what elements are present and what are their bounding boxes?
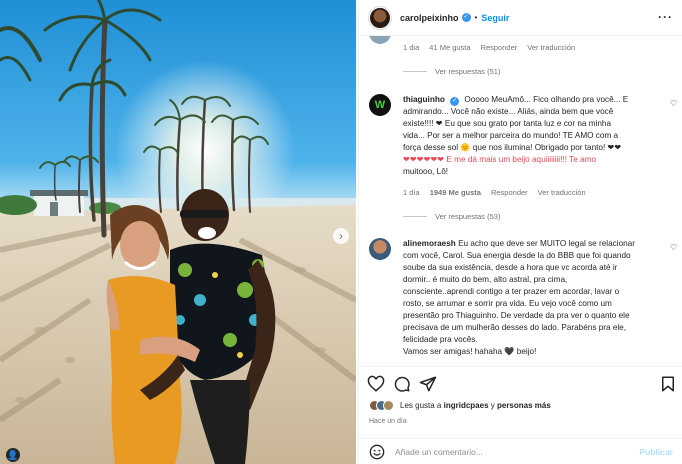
author-avatar[interactable] xyxy=(369,6,391,29)
comment-likes[interactable]: 1949 Me gusta xyxy=(430,188,481,197)
comment-line: presentão pro Thiaguinho. De verdade da … xyxy=(403,311,630,320)
verified-badge-icon: ✓ xyxy=(450,97,460,106)
post-photo[interactable]: › 👤 xyxy=(0,0,356,464)
like-heart-icon[interactable] xyxy=(367,375,385,393)
follow-button[interactable]: Seguir xyxy=(481,13,509,23)
comments-list[interactable]: 1 dia 41 Me gusta Responder Ver traducci… xyxy=(359,36,682,366)
aline-avatar[interactable] xyxy=(369,238,391,260)
comment-line: Vamos ser amigas! hahaha 🖤 beijo! xyxy=(403,347,537,356)
post-time[interactable]: Hace un día xyxy=(369,418,407,425)
comment-line: dormir.. é muito do bem, alto astral, pr… xyxy=(403,275,568,284)
comment-meta: 1 dia 41 Me gusta Responder Ver traducci… xyxy=(403,43,575,52)
post-side-panel: carolpeixinho ✓ • Seguir ··· 1 dia 41 Me… xyxy=(358,0,682,464)
view-replies-button[interactable]: Ver respuestas (51) xyxy=(403,67,500,76)
liker-avatar xyxy=(383,400,394,411)
comment-line: Ooooo MeuAmô... Fico olhando pra você...… xyxy=(464,95,629,104)
aline-comment-text: alinemoraesh Eu acho que deve ser MUITO … xyxy=(403,238,665,358)
beach-photo-illustration xyxy=(0,0,356,464)
comment-avatar[interactable] xyxy=(369,36,391,44)
more-options-icon[interactable]: ··· xyxy=(658,10,673,24)
comment-line: felicidade pra vocês. xyxy=(403,335,478,344)
like-comment-heart-icon[interactable]: ♡ xyxy=(670,243,677,252)
tagged-users-icon[interactable]: 👤 xyxy=(6,448,20,462)
comment-username[interactable]: alinemoraesh xyxy=(403,239,456,248)
reply-button[interactable]: Responder xyxy=(481,43,518,52)
comment-username[interactable]: thiaguinho xyxy=(403,95,445,104)
likes-connector: y xyxy=(490,401,495,410)
emoji-smile-icon[interactable] xyxy=(369,444,385,460)
publish-button[interactable]: Publicar xyxy=(639,447,673,457)
comment-line: existe!!!! ❤ Eu que sou grato por tanta … xyxy=(403,119,612,128)
add-comment-bar: Añade un comentario... Publicar xyxy=(359,438,682,464)
comment-line: força desse sol 🌞 que nos ilumina! Obrig… xyxy=(403,143,622,152)
comment-line: soube da sua existência, desde a hora qu… xyxy=(403,263,618,272)
replies-divider xyxy=(403,216,427,217)
liker-avatars xyxy=(369,400,394,411)
reply-button[interactable]: Responder xyxy=(491,188,528,197)
post-actions-bar xyxy=(359,366,682,398)
comment-line: muitooo, Lô! xyxy=(403,167,449,176)
save-bookmark-icon[interactable] xyxy=(659,375,677,393)
replies-divider xyxy=(403,71,427,72)
comment-meta: 1 día 1949 Me gusta Responder Ver traduc… xyxy=(403,188,586,197)
comment-time: 1 dia xyxy=(403,43,420,52)
comment-line: Eu acho que deve ser MUITO legal se rela… xyxy=(458,239,635,248)
view-replies-label: Ver respuestas (53) xyxy=(435,212,501,221)
verified-badge-icon: ✓ xyxy=(461,13,471,22)
comment-line: vida... Por ser a melhor parceira do mun… xyxy=(403,131,619,140)
comment-time: 1 día xyxy=(403,188,420,197)
comment-bubble-icon[interactable] xyxy=(393,375,411,393)
comment-line: consciente..aprendi contigo a ter prazer… xyxy=(403,287,620,296)
likes-prefix: Les gusta a xyxy=(400,401,442,410)
comment-line: com você, Carol. Sua energia desde la do… xyxy=(403,251,631,260)
view-replies-button[interactable]: Ver respuestas (53) xyxy=(403,212,500,221)
thiaguinho-logo-icon: W xyxy=(374,99,386,111)
comment-line: admirando... Você não existe... Aliás, a… xyxy=(403,107,614,116)
share-send-icon[interactable] xyxy=(419,375,437,393)
comment-line: ❤❤❤❤❤❤ E me dá mais um beijo aquiiiiiiii… xyxy=(403,155,596,164)
translate-button[interactable]: Ver traducción xyxy=(527,43,575,52)
post-header: carolpeixinho ✓ • Seguir ··· xyxy=(359,0,682,36)
thiaguinho-comment-text: thiaguinho ✓ Ooooo MeuAmô... Fico olhand… xyxy=(403,94,665,178)
other-likers-link[interactable]: personas más xyxy=(497,401,551,410)
likes-summary: Les gusta a ingridcpaes y personas más xyxy=(369,400,551,411)
like-comment-heart-icon[interactable]: ♡ xyxy=(670,99,677,108)
thiaguinho-avatar[interactable]: W xyxy=(369,94,391,116)
author-username[interactable]: carolpeixinho xyxy=(400,13,459,23)
liker-username[interactable]: ingridcpaes xyxy=(444,401,489,410)
separator-dot: • xyxy=(474,13,478,22)
comment-input[interactable]: Añade un comentario... xyxy=(395,447,639,457)
comment-line: rosto, se arrumar e sorrir pra vida. Eu … xyxy=(403,299,612,308)
comment-likes[interactable]: 41 Me gusta xyxy=(429,43,470,52)
translate-button[interactable]: Ver traducción xyxy=(538,188,586,197)
comment-line: precisava de um mulherão desses do lado.… xyxy=(403,323,627,332)
next-photo-button[interactable]: › xyxy=(333,228,349,244)
view-replies-label: Ver respuestas (51) xyxy=(435,67,501,76)
